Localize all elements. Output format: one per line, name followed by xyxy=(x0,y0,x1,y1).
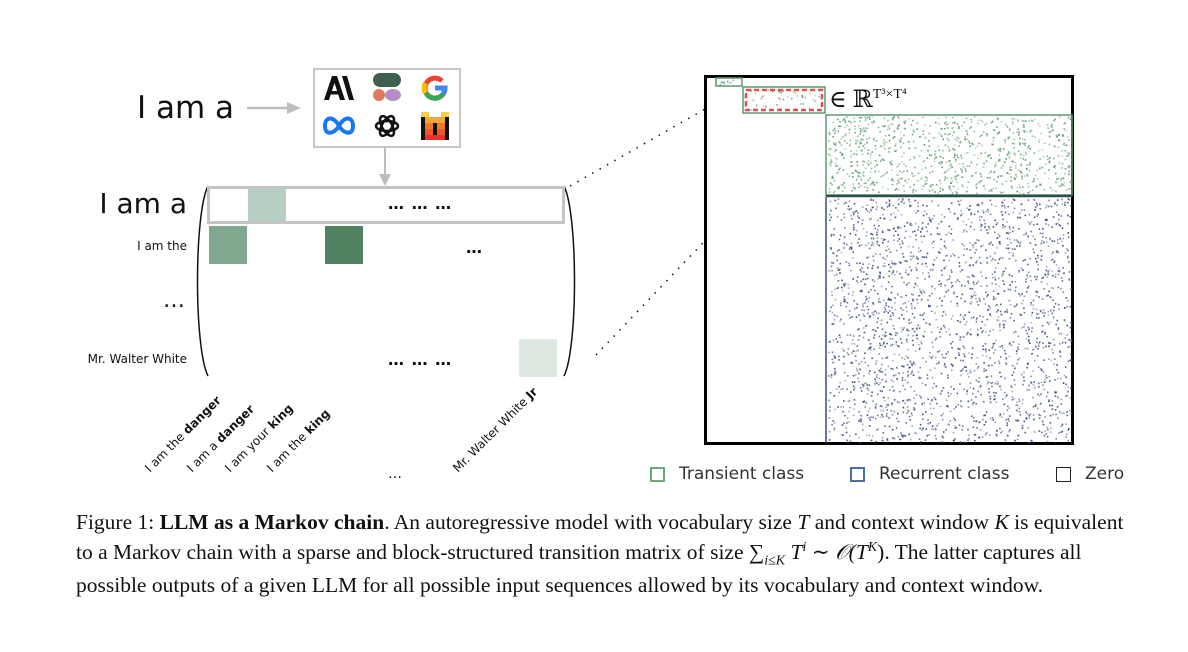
caption-math: T xyxy=(797,510,810,534)
column-label-prefix: Mr. Walter White xyxy=(450,392,533,475)
tiny-block-dots xyxy=(719,79,735,87)
column-label-token: king xyxy=(265,401,296,432)
arrow-right-icon xyxy=(247,102,301,114)
recurrent-swatch-icon xyxy=(850,466,865,482)
row-ellipsis: … xyxy=(466,238,483,257)
highlighted-row xyxy=(207,186,565,224)
figure-caption: Figure 1: LLM as a Markov chain. An auto… xyxy=(76,510,1136,598)
legend-label: Recurrent class xyxy=(879,464,1010,484)
caption-math: K xyxy=(867,540,878,555)
dimension-exponent: T³×T⁴ xyxy=(872,87,907,102)
openai-logo-icon xyxy=(369,110,405,142)
legend-label: Transient class xyxy=(679,464,805,484)
matrix-cell xyxy=(209,226,247,264)
caption-text: and context window xyxy=(809,510,995,534)
caption-prefix: Figure 1: xyxy=(76,510,160,534)
caption-math: T xyxy=(785,540,803,565)
small-block-dots xyxy=(744,89,823,111)
transient-block xyxy=(825,114,1073,196)
zero-swatch-icon xyxy=(1056,466,1071,482)
legend-item-zero: Zero xyxy=(1056,462,1124,486)
row-label: I am a xyxy=(99,187,187,220)
google-logo-icon xyxy=(417,72,453,104)
caption-title: LLM as a Markov chain xyxy=(159,510,385,534)
legend-label: Zero xyxy=(1085,464,1125,484)
llm-logos-panel xyxy=(313,68,461,148)
transition-matrix xyxy=(715,77,1073,444)
row-ellipsis: … … … xyxy=(388,350,453,369)
caption-math: ∑ xyxy=(748,540,765,565)
prompt-text: I am a xyxy=(137,90,235,126)
column-label-token: king xyxy=(302,406,333,438)
matrix-dimension-label: ∈ ℝT³×T⁴ xyxy=(829,81,907,114)
caption-math: K xyxy=(994,510,1009,534)
transient-block-dots xyxy=(828,116,1073,195)
recurrent-block-dots xyxy=(828,198,1073,444)
column-label: I am the danger xyxy=(142,393,224,475)
caption-text: . An autoregressive model with vocabular… xyxy=(384,510,798,534)
column-label-prefix: I am a xyxy=(184,435,224,475)
legend-item-recurrent: Recurrent class xyxy=(850,462,1009,486)
caption-math: ∼ 𝒪(T xyxy=(806,540,868,565)
transient-swatch-icon xyxy=(650,466,665,482)
legend-item-transient: Transient class xyxy=(650,462,804,486)
column-label: Mr. Walter White Jr xyxy=(450,385,540,475)
column-label-prefix: I am the xyxy=(142,427,190,475)
column-ellipsis: … xyxy=(388,466,403,482)
mistral-logo-icon xyxy=(417,110,453,142)
matrix-cell xyxy=(325,226,364,264)
row-ellipsis: … … … xyxy=(388,194,453,213)
cohere-logo-icon xyxy=(369,72,405,104)
row-label: Mr. Walter White xyxy=(87,352,187,366)
caption-math: i≤K xyxy=(764,553,786,569)
row-label: I am the xyxy=(137,239,187,253)
meta-logo-icon xyxy=(321,110,357,142)
membership-symbol: ∈ ℝ xyxy=(829,87,873,113)
anthropic-logo-icon xyxy=(321,72,357,104)
matrix-cell xyxy=(519,339,558,377)
row-label-ellipsis: … xyxy=(163,288,187,313)
arrow-down-icon xyxy=(379,148,391,186)
